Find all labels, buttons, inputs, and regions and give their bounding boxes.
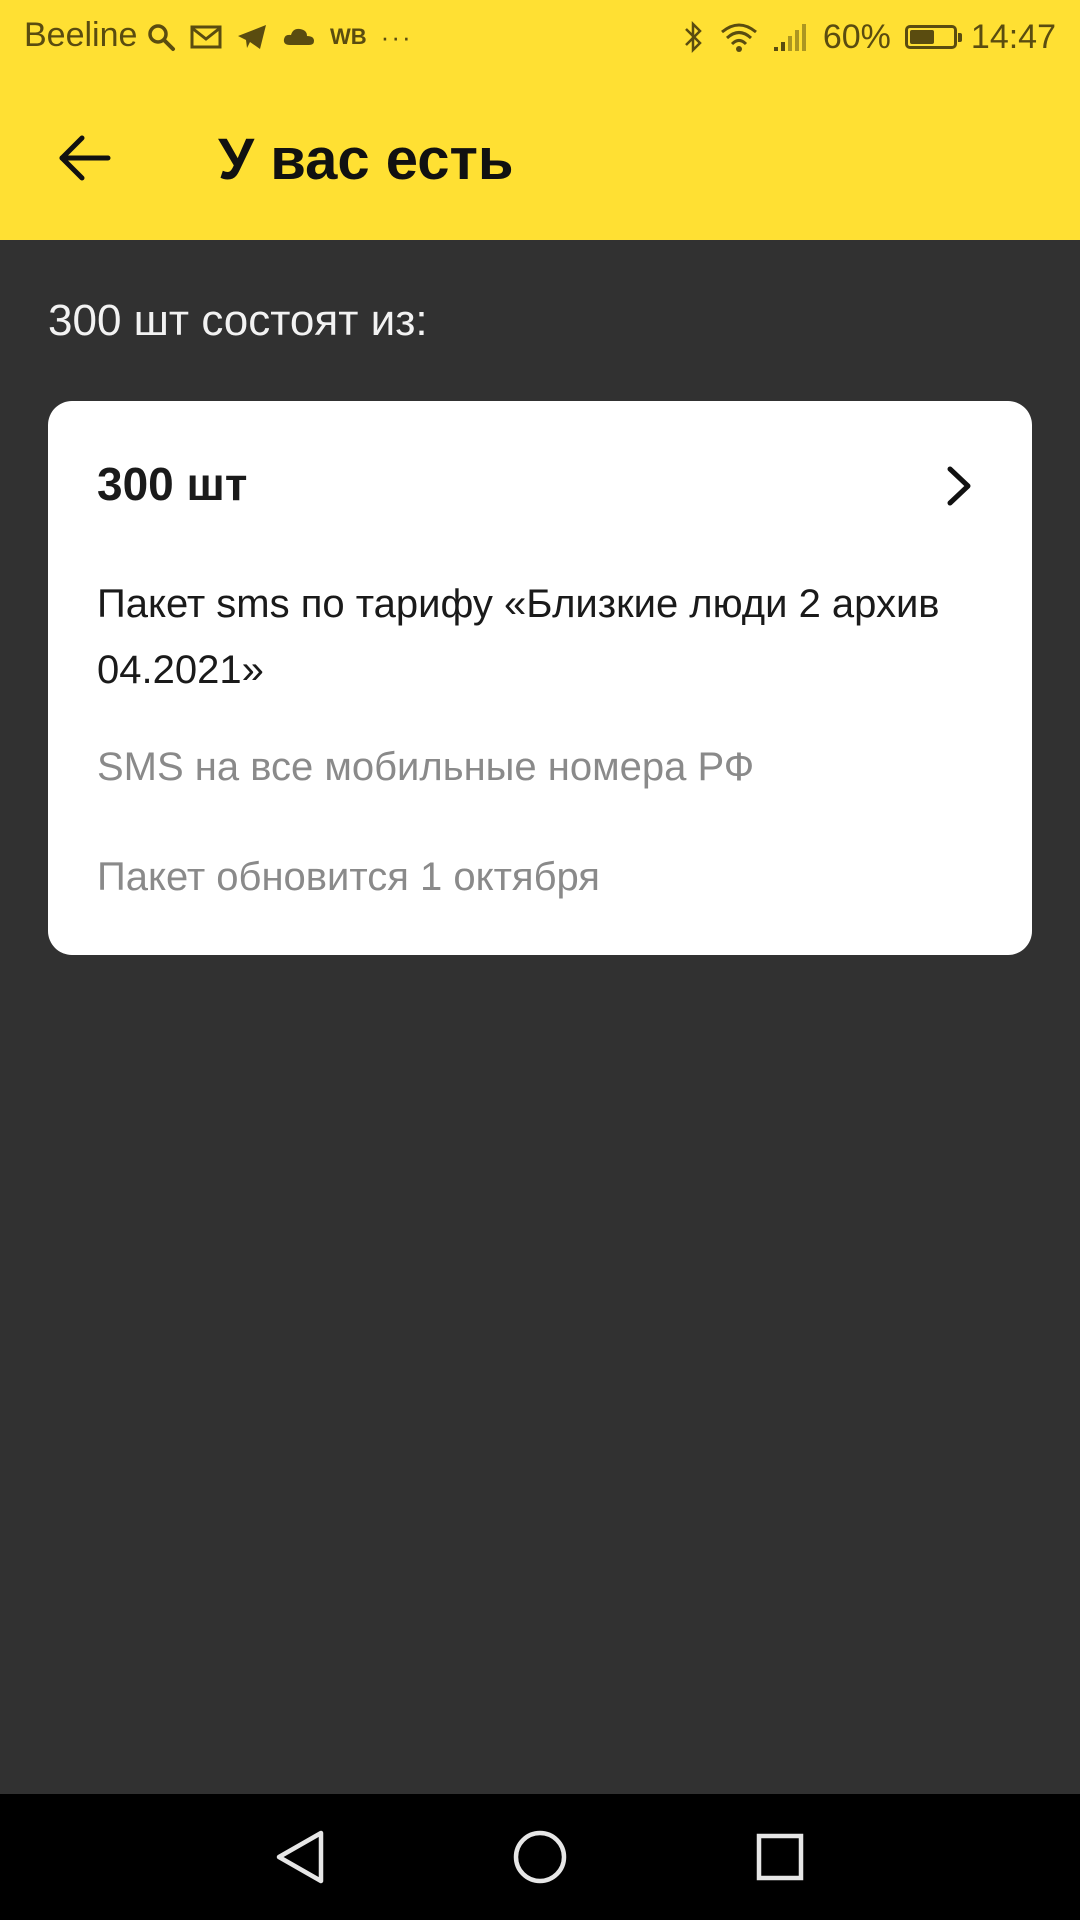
section-title: 300 шт состоят из: bbox=[48, 296, 428, 345]
page-title: У вас есть bbox=[218, 127, 514, 192]
square-recents-icon bbox=[756, 1833, 804, 1881]
app-bar: У вас есть bbox=[0, 74, 1080, 240]
telegram-icon bbox=[238, 25, 266, 49]
battery-icon bbox=[904, 25, 962, 49]
package-card[interactable]: 300 шт Пакет sms по тарифу «Близкие люди… bbox=[48, 401, 1032, 955]
nav-recents-button[interactable] bbox=[745, 1822, 815, 1892]
package-renewal-date: Пакет обновится 1 октября bbox=[97, 855, 600, 899]
signal-icon bbox=[773, 24, 806, 51]
wifi-icon bbox=[720, 23, 757, 52]
back-button[interactable] bbox=[44, 118, 124, 198]
package-name: Пакет sms по тарифу «Близкие люди 2 архи… bbox=[97, 582, 940, 692]
package-amount: 300 шт bbox=[97, 458, 248, 510]
status-bar: Beeline WB ··· 60% 14:47 bbox=[0, 0, 1080, 74]
more-notifications-icon: ··· bbox=[380, 21, 413, 52]
wb-icon: WB bbox=[330, 24, 367, 49]
battery-fill bbox=[909, 30, 934, 44]
circle-home-icon bbox=[513, 1830, 567, 1884]
mail-icon bbox=[190, 25, 222, 49]
bluetooth-icon bbox=[684, 20, 702, 54]
package-description: SMS на все мобильные номера РФ bbox=[97, 745, 755, 789]
chevron-right-icon bbox=[947, 466, 971, 506]
battery-tip bbox=[957, 33, 962, 42]
arrow-left-icon bbox=[59, 135, 111, 181]
battery-percent: 60% bbox=[822, 17, 891, 56]
system-icons: 60% 14:47 bbox=[683, 16, 1056, 58]
notification-icons: WB ··· bbox=[146, 16, 413, 58]
search-icon bbox=[148, 24, 175, 51]
carrier-name: Beeline bbox=[24, 16, 138, 54]
screen: Beeline WB ··· 60% 14:47 У вас есть 300 … bbox=[0, 0, 1080, 1920]
cloud-icon bbox=[283, 28, 314, 45]
nav-back-button[interactable] bbox=[265, 1822, 335, 1892]
nav-home-button[interactable] bbox=[505, 1822, 575, 1892]
clock: 14:47 bbox=[970, 17, 1056, 56]
navigation-bar bbox=[0, 1794, 1080, 1920]
triangle-back-icon bbox=[276, 1830, 324, 1884]
